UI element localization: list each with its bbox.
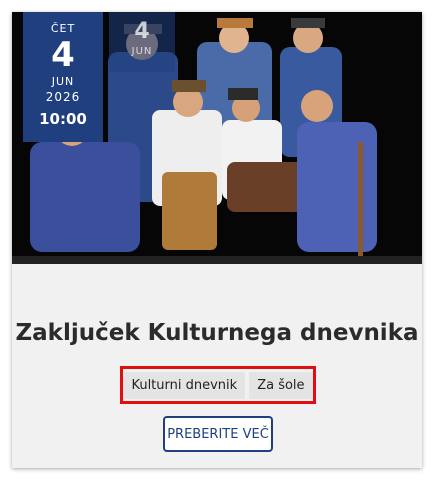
month: JUN [51, 75, 75, 88]
ghost-day: 4 [134, 19, 150, 44]
tag-za-sole[interactable]: Za šole [249, 371, 313, 399]
read-more-button[interactable]: PREBERITE VEČ [163, 416, 273, 452]
event-time: 10:00 [39, 110, 87, 128]
tag-kulturni-dnevnik[interactable]: Kulturni dnevnik [123, 371, 246, 399]
day-of-week: ČET [50, 22, 76, 35]
event-photo[interactable]: 4 JUN ČET 4 JUN 2026 10:00 [12, 12, 422, 264]
date-badge: ČET 4 JUN 2026 10:00 [23, 12, 103, 142]
day-number: 4 [51, 35, 75, 75]
ghost-month: JUN [131, 46, 153, 57]
event-title[interactable]: Zaključek Kulturnega dnevnika [12, 320, 422, 346]
secondary-date-badge: 4 JUN [109, 12, 175, 72]
year: 2026 [45, 90, 81, 104]
tag-list: Kulturni dnevnik Za šole [120, 366, 316, 404]
event-card: 4 JUN ČET 4 JUN 2026 10:00 Zaključek Kul… [12, 12, 422, 468]
